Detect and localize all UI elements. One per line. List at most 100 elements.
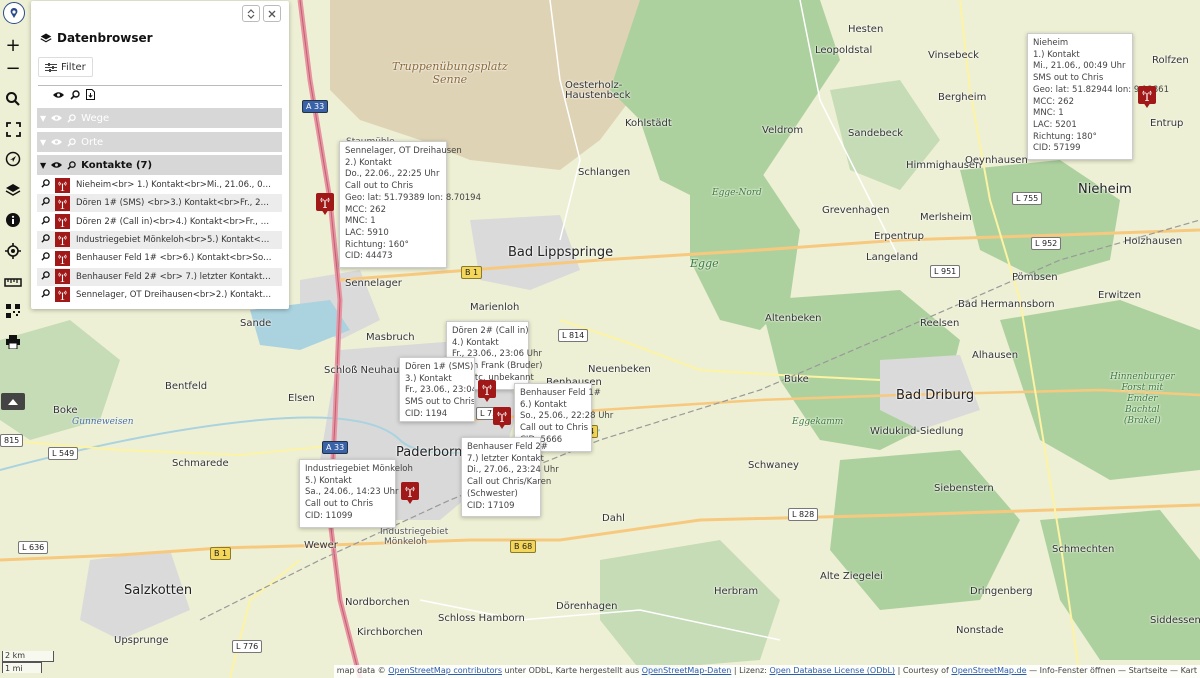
- group-label: Wege: [81, 112, 110, 124]
- road-shield: L 755: [1012, 192, 1043, 205]
- place-label: Alhausen: [972, 350, 1019, 361]
- forest-label: Hinnenburger Forst mit Emder Bachtal (Brakel…: [1110, 372, 1175, 426]
- place-label: Merlsheim: [920, 212, 972, 223]
- group-label: Orte: [81, 136, 104, 148]
- zoom-to-icon[interactable]: [37, 270, 53, 283]
- contact-row[interactable]: Sennelager, OT Dreihausen<br>2.) Kontakt…: [37, 286, 282, 304]
- cell-tower-marker[interactable]: [1138, 86, 1156, 108]
- road-shield: L 776: [232, 640, 263, 653]
- popup-line: Dören 2# (Call in): [452, 326, 529, 336]
- place-label: Schmechten: [1052, 544, 1115, 555]
- sliders-icon: [45, 62, 57, 72]
- contact-row[interactable]: Industriegebiet Mönkeloh<br>5.) Kontakt<…: [37, 230, 282, 249]
- layers-icon: [40, 33, 52, 43]
- popup-line: CID: 1194: [405, 408, 448, 419]
- cell-tower-marker[interactable]: [316, 193, 334, 215]
- popup-line: Call out to Chris: [520, 423, 589, 434]
- attribution-links[interactable]: — Info-Fenster öffnen — Startseite — Kar…: [1029, 666, 1197, 675]
- place-label: Sennelager: [345, 278, 402, 289]
- eye-icon[interactable]: [51, 138, 63, 146]
- popup-line: Benhauser Feld 1#: [520, 388, 601, 398]
- cell-tower-marker[interactable]: [401, 482, 419, 504]
- qr-code-icon[interactable]: [2, 300, 24, 322]
- expand-panel-button[interactable]: [242, 5, 260, 22]
- contact-label: Nieheim<br> 1.) Kontakt<br>Mi., 21.06., …: [76, 180, 274, 190]
- group-kontakte[interactable]: ▼ Kontakte (7): [37, 155, 282, 175]
- place-label: Schmarede: [172, 458, 229, 469]
- zoom-to-icon[interactable]: [70, 89, 80, 100]
- place-label: Nieheim: [1078, 182, 1132, 197]
- popup-line: 6.) Kontakt: [520, 399, 567, 410]
- info-icon[interactable]: [2, 209, 24, 231]
- eye-icon[interactable]: [51, 114, 63, 122]
- layers-icon[interactable]: [2, 179, 24, 201]
- popup-line: SMS out to Chris: [405, 397, 475, 408]
- popup-line: LAC: 5201: [1033, 119, 1077, 130]
- zoom-to-icon[interactable]: [67, 137, 76, 147]
- road-shield: L 549: [48, 447, 79, 460]
- cell-tower-marker[interactable]: [493, 407, 511, 429]
- popup-line: MNC: 1: [1033, 108, 1064, 119]
- zoom-in-button[interactable]: +: [2, 34, 24, 56]
- osm-contributors-link[interactable]: OpenStreetMap contributors: [388, 666, 502, 675]
- odbl-link[interactable]: Open Database License (ODbL): [769, 666, 895, 675]
- popup-line: LAC: 5910: [345, 227, 389, 238]
- forest-label: Eggekamm: [792, 417, 844, 427]
- place-label: Sande: [240, 318, 272, 329]
- contact-row[interactable]: Benhauser Feld 2# <br> 7.) letzter Konta…: [37, 267, 282, 286]
- zoom-to-icon[interactable]: [37, 234, 53, 246]
- zoom-to-icon[interactable]: [37, 215, 53, 228]
- print-icon[interactable]: [2, 331, 24, 353]
- zoom-to-icon[interactable]: [67, 160, 76, 170]
- antenna-icon: [55, 269, 70, 284]
- panel-title-text: Datenbrowser: [57, 31, 153, 45]
- contact-row[interactable]: Benhauser Feld 1# <br>6.) Kontakt<br>So.…: [37, 249, 282, 267]
- zoom-to-icon[interactable]: [37, 252, 53, 264]
- road-shield: L 952: [1031, 237, 1062, 250]
- zoom-to-icon[interactable]: [37, 179, 53, 191]
- export-icon[interactable]: [86, 89, 95, 100]
- popup-line: Call out to Chris: [305, 499, 374, 510]
- osm-data-link[interactable]: OpenStreetMap-Daten: [642, 666, 732, 675]
- contact-label: Dören 1# (SMS) <br>3.) Kontakt<br>Fr., 2…: [76, 198, 274, 209]
- zoom-to-icon[interactable]: [37, 289, 53, 301]
- measure-icon[interactable]: [2, 270, 24, 292]
- popup-line: 2.) Kontakt: [345, 157, 392, 168]
- road-shield: 815: [0, 434, 24, 447]
- eye-icon[interactable]: [53, 91, 64, 99]
- popup-line: 7.) letzter Kontakt: [467, 453, 544, 464]
- zoom-to-icon[interactable]: [37, 197, 53, 209]
- group-wege[interactable]: ▼ Wege: [37, 108, 282, 128]
- contact-row[interactable]: Dören 2# (Call in)<br>4.) Kontakt<br>Fr.…: [37, 213, 282, 231]
- place-label: Sandebeck: [848, 128, 904, 139]
- cell-tower-marker[interactable]: [478, 380, 496, 402]
- eye-icon[interactable]: [51, 161, 63, 169]
- popup-line: MCC: 262: [345, 204, 386, 215]
- popup-line: CID: 57199: [1033, 143, 1081, 154]
- place-label: Leopoldstal: [815, 45, 873, 56]
- attribution-text: map data ©: [336, 666, 386, 675]
- filter-button[interactable]: Filter: [38, 57, 93, 77]
- app-logo-icon[interactable]: [3, 2, 25, 24]
- road-shield: A 33: [302, 100, 329, 113]
- place-label: Buke: [784, 374, 809, 385]
- locate-icon[interactable]: [2, 240, 24, 262]
- popup-line: Richtung: 180°: [1033, 131, 1097, 142]
- osm-de-link[interactable]: OpenStreetMap.de: [951, 666, 1026, 675]
- place-label: Siddessen: [1150, 615, 1200, 626]
- zoom-out-button[interactable]: −: [2, 57, 24, 79]
- place-label: Widukind-Siedlung: [870, 426, 964, 437]
- contact-row[interactable]: Dören 1# (SMS) <br>3.) Kontakt<br>Fr., 2…: [37, 194, 282, 213]
- place-label: Industriegebiet: [380, 527, 449, 537]
- collapse-toolbar-button[interactable]: [1, 393, 25, 410]
- close-panel-button[interactable]: [263, 5, 281, 22]
- navigate-icon[interactable]: [2, 148, 24, 170]
- contact-label: Dören 2# (Call in)<br>4.) Kontakt<br>Fr.…: [76, 216, 274, 227]
- road-shield: L 828: [788, 508, 819, 521]
- group-orte[interactable]: ▼ Orte: [37, 132, 282, 152]
- zoom-to-icon[interactable]: [67, 113, 76, 123]
- fullscreen-icon[interactable]: [2, 118, 24, 140]
- popup-line: Call out to Chris: [345, 181, 414, 192]
- search-icon[interactable]: [2, 88, 24, 110]
- contact-row[interactable]: Nieheim<br> 1.) Kontakt<br>Mi., 21.06., …: [37, 176, 282, 194]
